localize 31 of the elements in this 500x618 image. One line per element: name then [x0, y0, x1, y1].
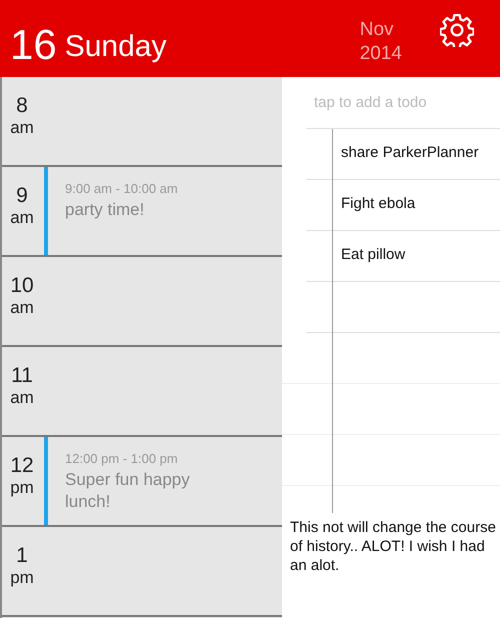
month-label: Nov	[360, 18, 395, 42]
hour-slot[interactable]: 9 am 9:00 am - 10:00 am party time!	[2, 167, 282, 257]
todo-item[interactable]: Fight ebola	[341, 195, 416, 212]
weekday-title: Sunday	[64, 30, 166, 64]
event-time: 12:00 pm - 1:00 pm	[65, 451, 179, 466]
hour-slot[interactable]: 8 am	[2, 77, 282, 167]
year-label: 2014	[360, 42, 402, 66]
hour-label: 11	[11, 365, 33, 387]
day-number: 16	[10, 20, 57, 68]
period-label: am	[10, 207, 34, 229]
period-label: am	[10, 387, 34, 409]
hour-label: 1	[16, 545, 28, 567]
hour-label: 9	[16, 185, 28, 207]
hour-label: 10	[10, 275, 34, 297]
hour-slot[interactable]: 1 pm	[2, 527, 282, 617]
hour-label: 8	[16, 95, 28, 117]
hour-slot[interactable]: 11 am	[2, 347, 282, 437]
hour-slot[interactable]: 10 am	[2, 257, 282, 347]
event-title: party time!	[65, 199, 146, 221]
event-title: Super fun happy lunch!	[65, 469, 191, 513]
hour-slot[interactable]: 12 pm 12:00 pm - 1:00 pm Super fun happy lunch!	[2, 437, 282, 527]
todo-item[interactable]: Eat pillow	[341, 246, 406, 263]
period-label: am	[10, 297, 34, 319]
event-time: 9:00 am - 10:00 am	[65, 181, 179, 196]
period-label: pm	[10, 477, 34, 499]
hour-label: 12	[10, 455, 34, 477]
period-label: am	[10, 117, 34, 139]
note-text: This not will change the course of history.. ALOT! I wish I had an alot.	[290, 518, 496, 575]
settings-icon[interactable]	[440, 13, 474, 47]
todo-item[interactable]: share ParkerPlanner	[341, 144, 479, 161]
period-label: pm	[10, 567, 34, 589]
